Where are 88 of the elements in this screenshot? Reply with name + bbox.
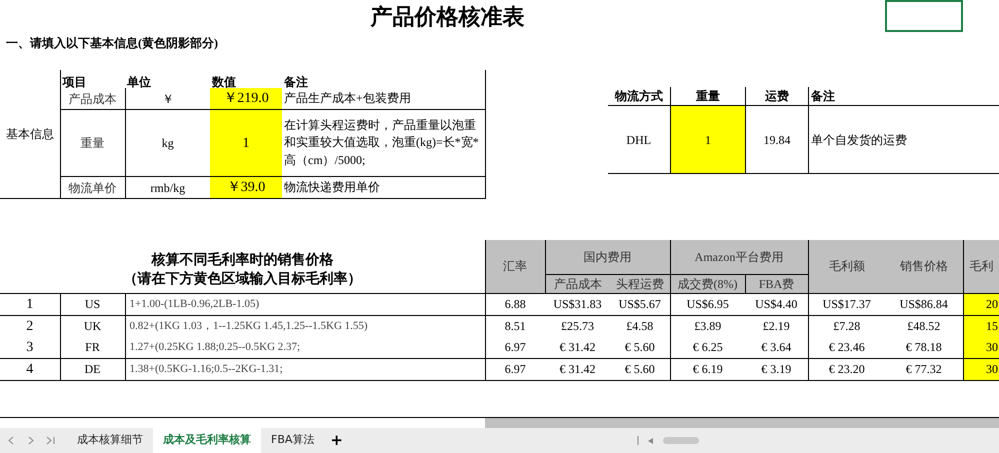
table-cell: € 31.42: [545, 336, 610, 358]
table-cell: 19.84: [746, 106, 808, 174]
table-cell: 6.97: [485, 336, 545, 358]
table-cell: 产品成本: [60, 88, 125, 110]
table-cell: 物流快递费用单价: [282, 176, 485, 198]
table-cell: € 31.42: [545, 358, 610, 380]
column-header: 汇率: [485, 240, 545, 293]
table-cell: 1.38+(0.5KG-1.16;0.5--2KG-1.31;: [125, 358, 485, 380]
next-icon[interactable]: [28, 436, 34, 445]
table-cell: 在计算头程运费时，产品重量以泡重和实重较大值选取，泡重(kg)=长*宽*高（cm）/5000;: [282, 110, 485, 176]
table-cell: £4.58: [610, 315, 670, 336]
input-cell[interactable]: 1: [670, 106, 746, 174]
column-header: 产品成本: [545, 274, 610, 293]
table-cell: 物流单价: [60, 176, 125, 198]
previous-icon[interactable]: [8, 436, 14, 445]
column-header: 销售价格: [885, 240, 963, 293]
sheet-tab[interactable]: 成本及毛利率核算: [153, 428, 261, 453]
table-cell: £7.28: [808, 315, 885, 336]
column-header: 毛利: [963, 240, 999, 293]
sheet-title: 产品价格核准表: [370, 2, 524, 30]
table-cell: US$6.95: [670, 293, 745, 315]
add-sheet-button[interactable]: +: [324, 428, 349, 453]
table-cell: € 6.25: [670, 336, 745, 358]
column-header: 项目: [60, 70, 125, 88]
sheet-tab[interactable]: 成本核算细节: [67, 428, 153, 453]
table-cell: € 77.32: [885, 358, 963, 380]
column-header: 运费: [746, 87, 808, 106]
column-header: 物流方式: [608, 87, 670, 106]
column-header: 头程运费: [610, 274, 670, 293]
table-cell: € 78.18: [885, 336, 963, 358]
sheet-tab[interactable]: FBA算法: [261, 428, 324, 453]
table-caption: 核算不同毛利率时的销售价格: [151, 250, 334, 270]
input-cell[interactable]: 30: [963, 336, 999, 358]
table-cell: £2.19: [745, 315, 808, 336]
column-header: 成交费(8%): [670, 274, 745, 293]
selected-cell[interactable]: [885, 0, 963, 32]
table-cell: € 23.46: [808, 336, 885, 358]
column-header: 单位: [125, 70, 210, 88]
section-heading: 一、请填入以下基本信息(黄色阴影部分): [6, 35, 218, 52]
table-cell: £3.89: [670, 315, 745, 336]
table-cell: 单个自发货的运费: [808, 106, 999, 174]
table-cell: 8.51: [485, 315, 545, 336]
table-cell: 1: [0, 293, 60, 315]
table-cell: 4: [0, 358, 60, 380]
input-cell[interactable]: 1: [210, 110, 282, 176]
table-cell: 2: [0, 315, 60, 336]
group-label: 基本信息: [0, 70, 60, 198]
table-cell: US$17.37: [808, 293, 885, 315]
table-cell: US$31.83: [545, 293, 610, 315]
table-cell: € 23.20: [808, 358, 885, 380]
table-cell: 重量: [60, 110, 125, 176]
scrollbar-thumb[interactable]: [663, 437, 699, 444]
table-cell: 3: [0, 336, 60, 358]
table-cell: US: [60, 293, 125, 315]
table-cell: £48.52: [885, 315, 963, 336]
table-cell: 产品生产成本+包装费用: [282, 88, 485, 110]
column-header: 备注: [282, 70, 485, 88]
column-header: 毛利额: [808, 240, 885, 293]
table-cell: 1.27+(0.25KG 1.88;0.25--0.5KG 2.37;: [125, 336, 485, 358]
table-cell: 6.88: [485, 293, 545, 315]
table-cell: 1+1.00-(1LB-0.96,2LB-1.05): [125, 293, 485, 315]
table-cell: UK: [60, 315, 125, 336]
input-cell[interactable]: 15: [963, 315, 999, 336]
input-cell[interactable]: ￥39.0: [210, 176, 282, 198]
input-cell[interactable]: 20: [963, 293, 999, 315]
table-cell: 6.97: [485, 358, 545, 380]
table-cell: £25.73: [545, 315, 610, 336]
column-header: 国内费用: [545, 240, 670, 274]
table-cell: € 3.19: [745, 358, 808, 380]
table-cell: 0.82+(1KG 1.03，1--1.25KG 1.45,1.25--1.5KG 1.55): [125, 315, 485, 336]
table-cell: US$5.67: [610, 293, 670, 315]
column-header: Amazon平台费用: [670, 240, 808, 274]
table-cell: US$4.40: [745, 293, 808, 315]
table-cell: € 5.60: [610, 358, 670, 380]
column-header: FBA费: [745, 274, 808, 293]
table-cell: € 3.64: [745, 336, 808, 358]
table-caption: （请在下方黄色区域输入目标毛利率）: [123, 270, 362, 288]
table-cell: FR: [60, 336, 125, 358]
column-header: 备注: [808, 87, 999, 106]
table-cell: € 5.60: [610, 336, 670, 358]
table-cell: € 6.19: [670, 358, 745, 380]
last-icon[interactable]: [46, 436, 55, 445]
table-cell: US$86.84: [885, 293, 963, 315]
scroll-left-icon[interactable]: [648, 438, 653, 444]
input-cell[interactable]: ￥219.0: [210, 88, 282, 110]
column-header: 数值: [210, 70, 282, 88]
input-cell[interactable]: 30: [963, 358, 999, 380]
table-cell: DE: [60, 358, 125, 380]
